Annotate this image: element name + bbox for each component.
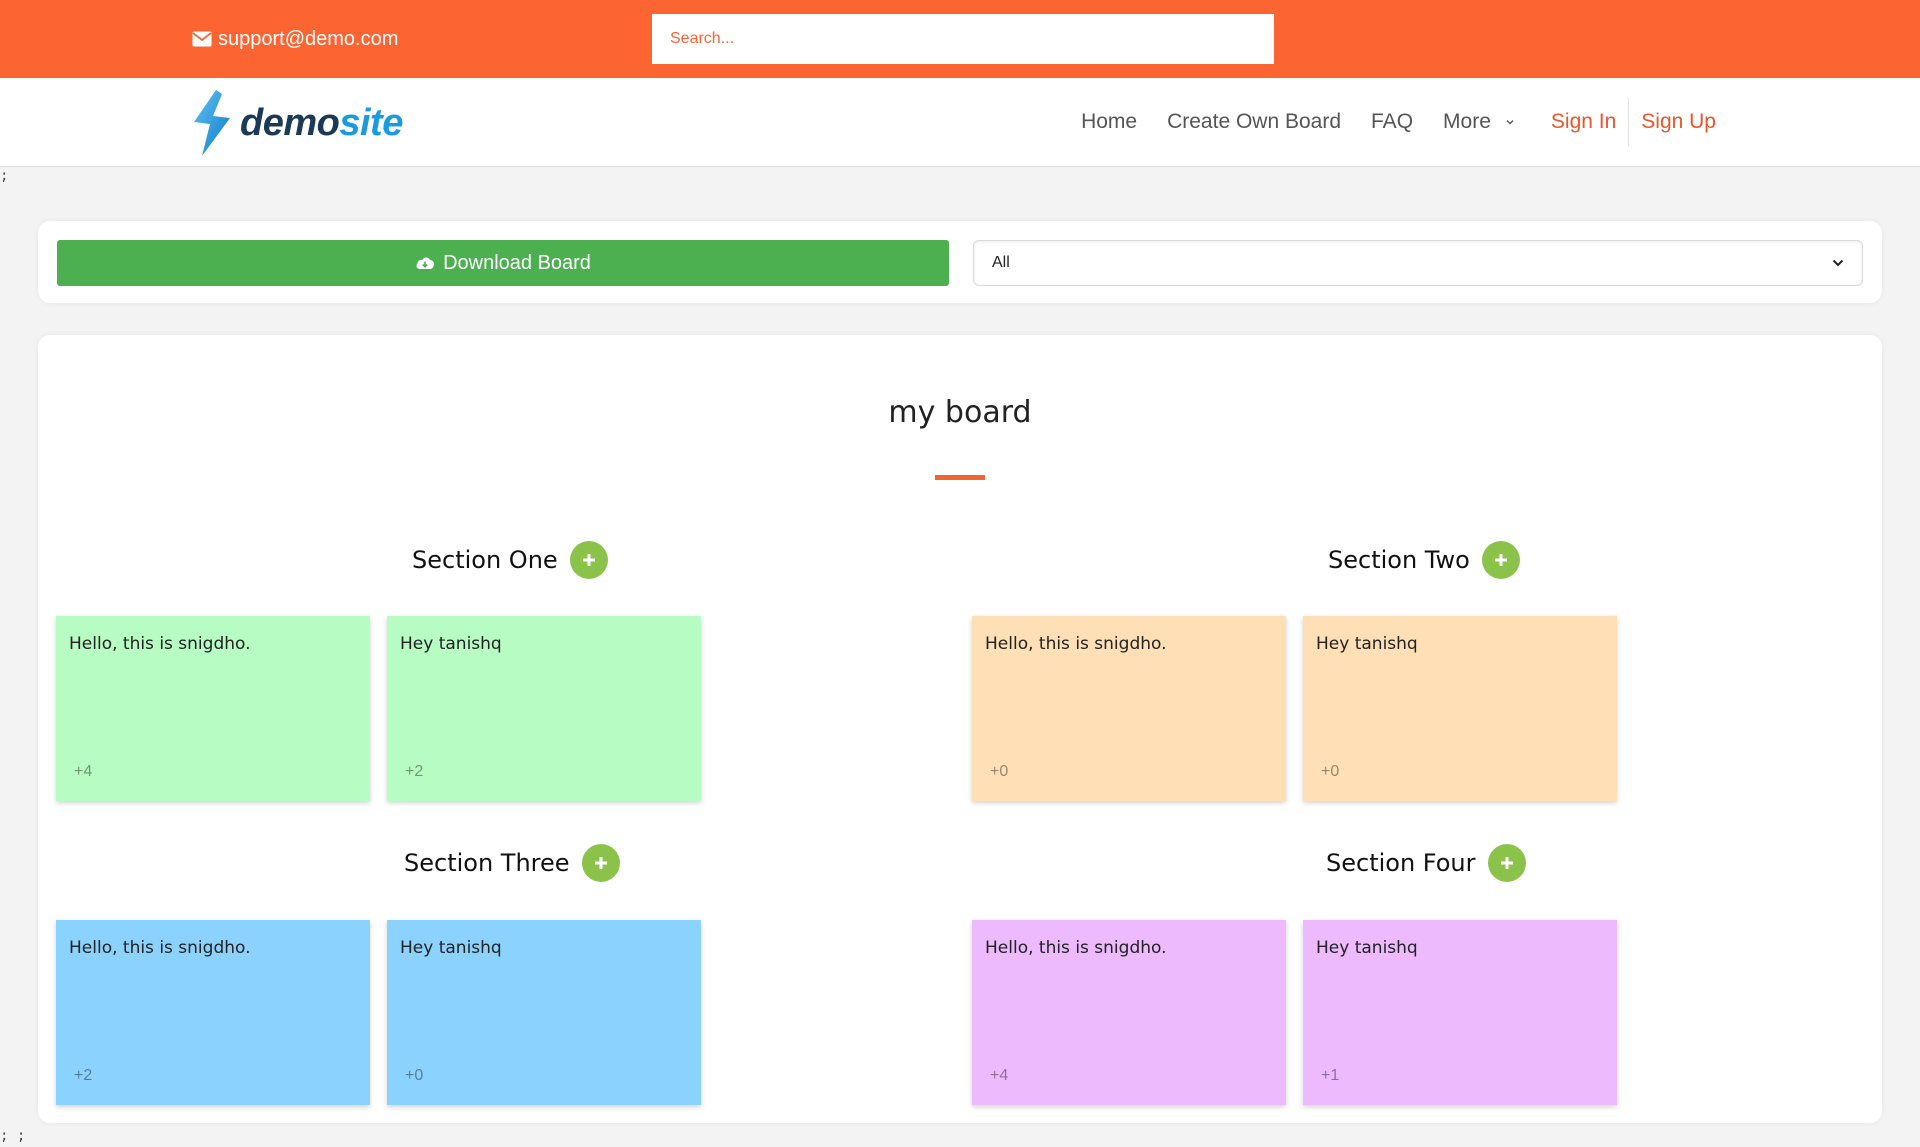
nav-links: Home Create Own Board FAQ More Sign In S… [1081,78,1716,166]
card[interactable]: Hey tanishq +2 [387,616,701,801]
nav-divider [1628,98,1630,146]
add-card-button[interactable] [581,844,620,882]
download-board-label: Download Board [443,251,591,274]
card-votes: +4 [74,763,93,780]
add-card-button[interactable] [1481,541,1520,579]
card-votes: +1 [1321,1067,1340,1084]
card-text: Hey tanishq [400,938,502,958]
toolbar-panel: Download Board All [38,221,1882,303]
section-header: Section Four [1326,843,1526,883]
search-input[interactable] [652,14,1274,64]
card[interactable]: Hey tanishq +0 [387,920,701,1105]
section-header: Section One [412,540,608,580]
card-votes: +2 [74,1067,93,1084]
chevron-down-icon [1832,259,1844,267]
card[interactable]: Hey tanishq +0 [1303,616,1617,801]
nav-more-label: More [1443,110,1491,133]
title-underline [935,475,985,480]
support-email[interactable]: support@demo.com [192,0,398,78]
site-name: demosite [240,101,403,144]
card[interactable]: Hello, this is snigdho. +2 [56,920,370,1105]
plus-icon [582,554,595,566]
card-text: Hello, this is snigdho. [69,634,251,654]
section-name: Section Three [404,849,570,877]
chevron-down-icon [1506,120,1514,125]
plus-icon [1494,554,1507,566]
board-panel: my board Section One Hello, this is snig… [38,335,1882,1123]
card[interactable]: Hello, this is snigdho. +0 [972,616,1286,801]
card[interactable]: Hello, this is snigdho. +4 [972,920,1286,1105]
section-name: Section Four [1326,849,1476,877]
download-board-button[interactable]: Download Board [57,240,949,286]
sign-up-link[interactable]: Sign Up [1641,110,1716,134]
card[interactable]: Hey tanishq +1 [1303,920,1617,1105]
board-title: my board [888,395,1032,430]
card-text: Hey tanishq [1316,634,1418,654]
nav-faq[interactable]: FAQ [1371,110,1413,134]
card-votes: +0 [405,1067,424,1084]
support-email-text: support@demo.com [218,27,399,50]
section-header: Section Two [1328,540,1520,580]
card-votes: +4 [990,1067,1009,1084]
filter-selected-value: All [992,254,1010,271]
stray-text: ; ; [0,1128,26,1144]
lightning-bolt-icon [194,90,230,156]
section-header: Section Three [404,843,620,883]
top-bar: support@demo.com [0,0,1920,78]
card-votes: +0 [1321,763,1340,780]
plus-icon [594,857,607,869]
plus-icon [1500,857,1513,869]
nav-create-board[interactable]: Create Own Board [1167,110,1341,134]
card-votes: +2 [405,763,424,780]
envelope-icon [192,31,212,47]
stray-text: ; [0,168,9,184]
card[interactable]: Hello, this is snigdho. +4 [56,616,370,801]
card-votes: +0 [990,763,1009,780]
card-text: Hello, this is snigdho. [985,634,1167,654]
cloud-download-icon [416,257,435,269]
nav-more[interactable]: More [1443,110,1515,134]
nav-home[interactable]: Home [1081,110,1137,134]
card-text: Hey tanishq [400,634,502,654]
card-text: Hey tanishq [1316,938,1418,958]
section-name: Section One [412,546,558,574]
add-card-button[interactable] [1487,844,1526,882]
section-filter-select[interactable]: All [973,240,1863,286]
section-name: Section Two [1328,546,1470,574]
card-text: Hello, this is snigdho. [69,938,251,958]
site-logo[interactable]: demosite [190,88,403,158]
navbar: demosite Home Create Own Board FAQ More … [0,78,1920,167]
add-card-button[interactable] [569,541,608,579]
sign-in-link[interactable]: Sign In [1551,110,1616,134]
card-text: Hello, this is snigdho. [985,938,1167,958]
